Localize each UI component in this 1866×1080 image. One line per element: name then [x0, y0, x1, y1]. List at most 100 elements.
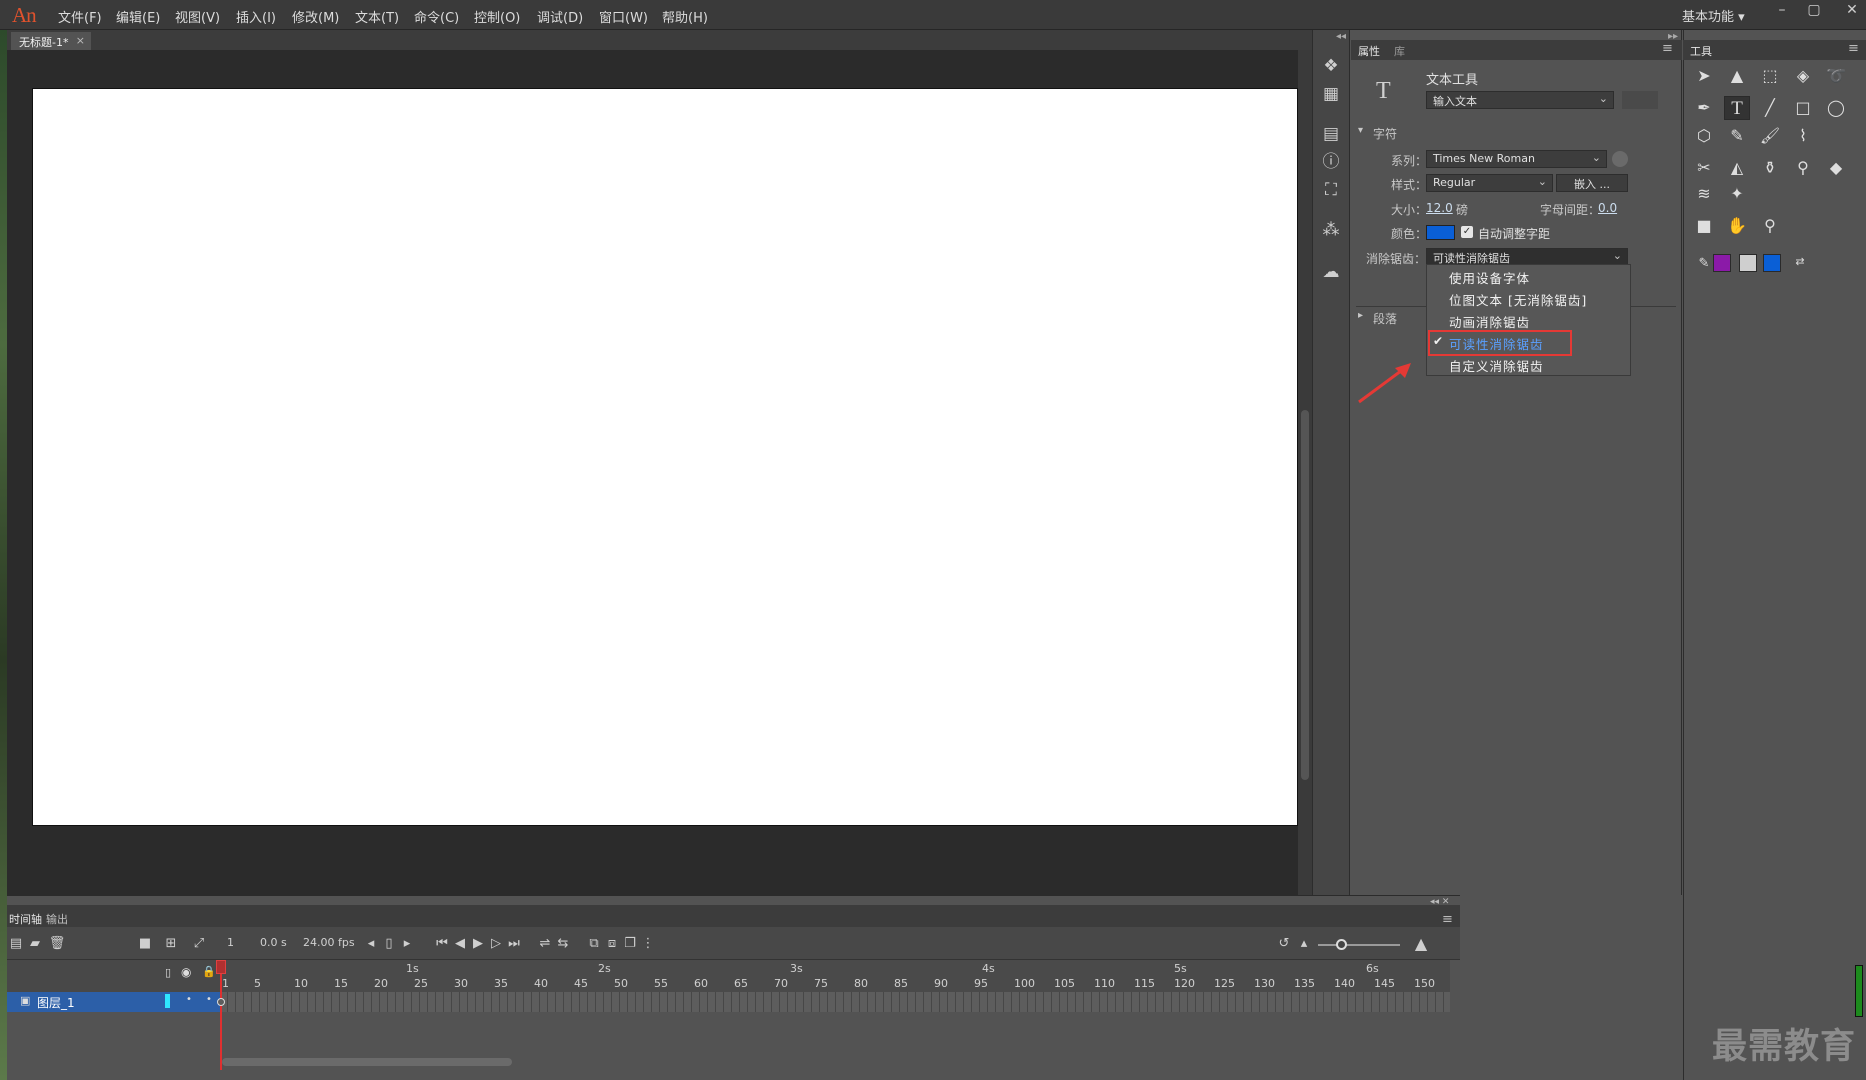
graph-icon[interactable]: ⤢: [190, 935, 208, 953]
elapsed-time[interactable]: 0.0 s: [260, 936, 287, 949]
panel-menu-icon[interactable]: ≡: [1662, 41, 1673, 56]
empty-keyframe[interactable]: [217, 998, 225, 1006]
zoom-tool-icon[interactable]: ⚲: [1757, 214, 1783, 238]
line-tool-icon[interactable]: ╱: [1757, 96, 1783, 120]
stroke-color-swatch[interactable]: [1713, 254, 1731, 272]
width-tool-icon[interactable]: ≋: [1691, 182, 1717, 206]
pin-tool-icon[interactable]: ✦: [1724, 182, 1750, 206]
pencil-tool-icon[interactable]: ✎: [1724, 124, 1750, 148]
brush-tool-icon[interactable]: ⌇: [1790, 124, 1816, 148]
tab-library[interactable]: 库: [1394, 43, 1405, 59]
new-layer-icon[interactable]: ▤: [7, 935, 25, 953]
document-tab[interactable]: 无标题-1* ×: [11, 32, 91, 50]
menu-text[interactable]: 文本(T): [355, 7, 399, 26]
text-color-swatch[interactable]: [1426, 225, 1455, 240]
collapse-icon[interactable]: ◂◂: [1336, 31, 1346, 42]
frame-rate[interactable]: 24.00 fps: [303, 936, 355, 949]
align-icon[interactable]: ▤: [1320, 123, 1342, 145]
subselection-tool-icon[interactable]: ▲: [1724, 64, 1750, 88]
current-frame[interactable]: 1: [227, 936, 234, 949]
go-to-last-frame-icon[interactable]: ⏭: [505, 935, 523, 953]
lasso-tool-icon[interactable]: ➰: [1823, 64, 1849, 88]
add-keyframe-icon[interactable]: ▯: [380, 935, 398, 953]
menu-command[interactable]: 命令(C): [414, 7, 459, 26]
rectangle-tool-icon[interactable]: □: [1790, 96, 1816, 120]
zoom-slider-handle[interactable]: [1336, 939, 1347, 950]
close-icon[interactable]: ×: [76, 34, 85, 47]
onion-skin-outline-icon[interactable]: ⧈: [603, 935, 621, 953]
option-bitmap-text[interactable]: 位图文本 [无消除锯齿]: [1449, 290, 1587, 309]
transform-icon[interactable]: ⛶: [1320, 179, 1342, 201]
camera-tool-icon[interactable]: ■: [1691, 214, 1717, 238]
text-tool-button[interactable]: T: [1724, 96, 1750, 120]
polystar-tool-icon[interactable]: ⬡: [1691, 124, 1717, 148]
step-back-icon[interactable]: ◀: [451, 935, 469, 953]
highlight-icon[interactable]: ▯: [165, 966, 171, 979]
stage-canvas[interactable]: [32, 88, 1298, 826]
scrollbar-thumb[interactable]: [1301, 410, 1309, 780]
playhead-handle[interactable]: [216, 960, 226, 974]
bone-tool-icon[interactable]: ✂: [1691, 156, 1717, 180]
undo-icon[interactable]: ↺: [1275, 935, 1293, 953]
zoom-slider-track[interactable]: [1318, 944, 1400, 946]
tab-properties[interactable]: 属性: [1358, 43, 1380, 59]
lock-icon[interactable]: 🔒: [202, 965, 216, 978]
collapse-triangle-icon[interactable]: ▾: [1358, 125, 1363, 136]
zoom-out-icon[interactable]: ▴: [1295, 935, 1313, 953]
text-type-select[interactable]: 输入文本 ⌄: [1426, 91, 1614, 109]
timeline-scrollbar[interactable]: [222, 1058, 512, 1066]
camera-icon[interactable]: ■: [136, 935, 154, 953]
hand-tool-icon[interactable]: ✋: [1724, 214, 1750, 238]
play-icon[interactable]: ▶: [469, 935, 487, 953]
workspace-switcher[interactable]: 基本功能 ▾: [1682, 6, 1745, 25]
free-transform-tool-icon[interactable]: ⬚: [1757, 64, 1783, 88]
swap-colors-icon[interactable]: ⇄: [1787, 250, 1813, 274]
loop-icon[interactable]: ⇌: [536, 935, 554, 953]
collapse-icon[interactable]: ◂◂ ✕: [1430, 897, 1449, 907]
font-style-select[interactable]: Regular ⌄: [1426, 174, 1553, 192]
lock-dot-icon[interactable]: •: [206, 994, 212, 1005]
panel-menu-icon[interactable]: ≡: [1442, 912, 1453, 927]
eye-icon[interactable]: ◉: [181, 965, 191, 979]
font-size-value[interactable]: 12.0: [1426, 201, 1453, 215]
menu-debug[interactable]: 调试(D): [537, 7, 583, 26]
zoom-in-icon[interactable]: ▲: [1412, 935, 1430, 953]
new-folder-icon[interactable]: ▰: [26, 935, 44, 953]
prev-keyframe-icon[interactable]: ◂: [362, 935, 380, 953]
paint-bucket-tool-icon[interactable]: ◭: [1724, 156, 1750, 180]
info-icon[interactable]: ⓘ: [1320, 151, 1342, 173]
delete-layer-icon[interactable]: 🗑: [48, 935, 66, 953]
panel-menu-icon[interactable]: ≡: [1848, 41, 1859, 56]
onion-skin-icon[interactable]: ⧉: [585, 935, 603, 953]
menu-window[interactable]: 窗口(W): [599, 7, 648, 26]
tab-output[interactable]: 输出: [46, 911, 68, 927]
menu-control[interactable]: 控制(O): [474, 7, 520, 26]
components-icon[interactable]: ⁂: [1320, 219, 1342, 241]
onion-markers-icon[interactable]: ⋮: [639, 935, 657, 953]
oval-tool-icon[interactable]: ◯: [1823, 96, 1849, 120]
text-orientation-button[interactable]: [1622, 91, 1658, 109]
layer-name[interactable]: 图层_1: [37, 994, 75, 1011]
3d-rotation-tool-icon[interactable]: ◈: [1790, 64, 1816, 88]
visibility-dot-icon[interactable]: •: [186, 994, 192, 1005]
frame-cells[interactable]: [220, 992, 1450, 1012]
ink-bottle-tool-icon[interactable]: ⚱: [1757, 156, 1783, 180]
menu-view[interactable]: 视图(V): [175, 7, 220, 26]
playhead[interactable]: [220, 960, 222, 1070]
restore-button[interactable]: ▢: [1800, 0, 1828, 22]
option-device-fonts[interactable]: 使用设备字体: [1449, 268, 1530, 287]
edit-multiple-frames-icon[interactable]: ❐: [621, 935, 639, 953]
option-custom-antialias[interactable]: 自定义消除锯齿: [1449, 356, 1544, 375]
letter-spacing-value[interactable]: 0.0: [1598, 201, 1617, 215]
menu-insert[interactable]: 插入(I): [236, 7, 276, 26]
minimize-button[interactable]: –: [1768, 0, 1796, 22]
auto-kern-checkbox[interactable]: ✓: [1461, 226, 1473, 238]
go-to-first-frame-icon[interactable]: ⏮: [433, 935, 451, 953]
menu-file[interactable]: 文件(F): [58, 7, 102, 26]
center-frame-icon[interactable]: ⇆: [554, 935, 572, 953]
font-family-select[interactable]: Times New Roman ⌄: [1426, 150, 1607, 168]
library-icon[interactable]: ▦: [1320, 83, 1342, 105]
next-keyframe-icon[interactable]: ▸: [398, 935, 416, 953]
menu-help[interactable]: 帮助(H): [662, 7, 708, 26]
selection-tool-icon[interactable]: ➤: [1691, 64, 1717, 88]
